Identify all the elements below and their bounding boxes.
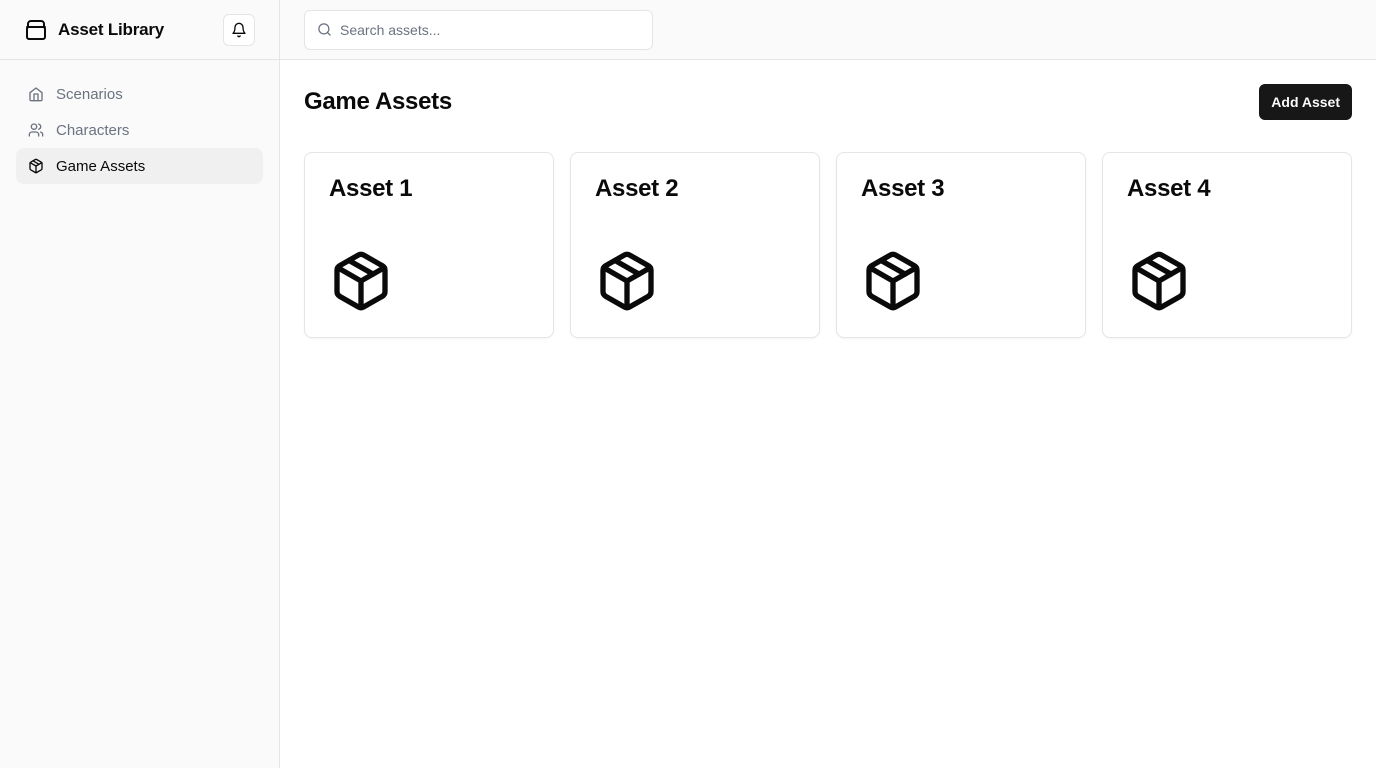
asset-card[interactable]: Asset 3 (836, 152, 1086, 338)
app-title: Asset Library (58, 19, 165, 39)
box-icon (24, 18, 48, 42)
asset-card[interactable]: Asset 1 (304, 152, 554, 338)
asset-title: Asset 3 (861, 175, 945, 202)
package-icon (861, 249, 925, 313)
content: Game Assets Add Asset Asset 1 Asset 2 As… (280, 60, 1376, 362)
asset-card[interactable]: Asset 4 (1102, 152, 1352, 338)
add-asset-button[interactable]: Add Asset (1259, 84, 1352, 120)
search-input[interactable] (340, 21, 640, 38)
main-area: Game Assets Add Asset Asset 1 (280, 0, 1376, 768)
sidebar-item-scenarios[interactable]: Scenarios (16, 76, 263, 112)
content-header: Game Assets Add Asset (304, 84, 1352, 120)
sidebar-item-label: Scenarios (56, 85, 123, 103)
sidebar-nav: Scenarios Characters Game Assets (0, 60, 279, 200)
brand[interactable]: Asset Library (24, 18, 164, 42)
home-icon (28, 86, 44, 102)
app-shell: Asset Library Scenarios Characters Game … (0, 0, 1376, 768)
sidebar-item-label: Characters (56, 121, 130, 139)
package-icon (1127, 249, 1191, 313)
bell-icon (231, 22, 247, 38)
sidebar-header: Asset Library (0, 0, 279, 60)
users-icon (28, 122, 44, 138)
asset-title: Asset 2 (595, 175, 679, 202)
asset-card[interactable]: Asset 2 (570, 152, 820, 338)
asset-title: Asset 4 (1127, 175, 1211, 202)
notifications-button[interactable] (223, 13, 255, 46)
package-icon (28, 158, 44, 174)
asset-title: Asset 1 (329, 175, 413, 202)
sidebar-item-label: Game Assets (56, 157, 146, 175)
sidebar: Asset Library Scenarios Characters Game … (0, 0, 280, 768)
package-icon (329, 249, 393, 313)
top-bar (280, 0, 1376, 60)
search-box[interactable] (304, 9, 653, 50)
asset-grid: Asset 1 Asset 2 Asset 3 Asset 4 (304, 152, 1352, 338)
search-icon (317, 22, 332, 37)
page-title: Game Assets (304, 88, 452, 115)
package-icon (595, 249, 659, 313)
sidebar-item-characters[interactable]: Characters (16, 112, 263, 148)
sidebar-item-game-assets[interactable]: Game Assets (16, 148, 263, 184)
